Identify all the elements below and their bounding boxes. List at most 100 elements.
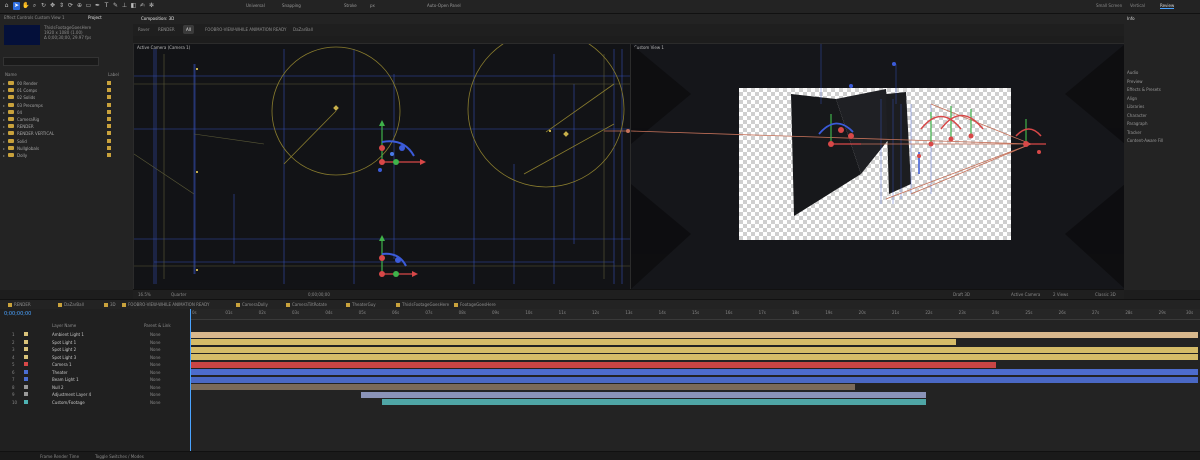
layer-row[interactable]: 10 Custom/Footage None (0, 399, 190, 406)
timeline-tab[interactable]: CameraDolly (236, 302, 268, 307)
disclosure-arrow-icon[interactable]: ▸ (3, 88, 5, 93)
layer-parent-dropdown[interactable]: None (150, 340, 160, 345)
disclosure-arrow-icon[interactable]: ▸ (3, 103, 5, 108)
viewer-timecode[interactable]: 0;00;00;00 (308, 292, 330, 297)
panel-item[interactable]: Paragraph (1127, 121, 1148, 126)
label-color-swatch[interactable] (107, 138, 111, 143)
label-color-swatch[interactable] (107, 124, 111, 129)
panel-item[interactable]: Preview (1127, 79, 1143, 84)
layer-duration-bar[interactable] (190, 354, 1198, 360)
layer-name[interactable]: Spot Light 3 (52, 355, 76, 360)
disclosure-arrow-icon[interactable]: ▸ (3, 124, 5, 129)
panel-item[interactable]: Audio (1127, 70, 1138, 75)
layer-label-swatch[interactable] (24, 392, 28, 396)
auto-open-label[interactable]: Auto-Open Panel (427, 3, 461, 8)
playhead[interactable] (190, 309, 191, 451)
tab-project[interactable]: Project (88, 15, 102, 20)
renderer-label[interactable]: Classic 3D (1095, 292, 1116, 297)
panel-item[interactable]: Align (1127, 96, 1137, 101)
resolution-dropdown[interactable]: Quarter (171, 292, 186, 297)
layer-label-swatch[interactable] (24, 362, 28, 366)
layer-row[interactable]: 8 Null 2 None (0, 384, 190, 391)
label-color-swatch[interactable] (107, 117, 111, 121)
disclosure-arrow-icon[interactable]: ▸ (3, 139, 5, 144)
layer-duration-bar[interactable] (190, 339, 957, 345)
active-camera-view[interactable]: Active Camera (Camera 1) (133, 43, 631, 290)
layer-name[interactable]: Custom/Footage (52, 400, 85, 405)
disclosure-arrow-icon[interactable]: ▸ (3, 95, 5, 100)
disclosure-arrow-icon[interactable]: ▸ (3, 131, 5, 136)
layer-row[interactable]: 6 Theater None (0, 369, 190, 376)
layer-label-swatch[interactable] (24, 369, 28, 374)
current-time-display[interactable]: 0;00;00;00 (4, 311, 31, 317)
timeline-tab[interactable]: 3D (104, 302, 116, 307)
puppet-tool-icon[interactable]: ✻ (148, 2, 155, 10)
layer-name[interactable]: Beam Light 1 (52, 377, 79, 382)
label-color-swatch[interactable] (107, 88, 111, 93)
label-color-swatch[interactable] (107, 81, 111, 85)
dolly-tool-icon[interactable]: ⇕ (58, 2, 65, 10)
breadcrumb-rover[interactable]: Rover (138, 27, 150, 32)
layer-name-header[interactable]: Layer Name (52, 323, 76, 328)
layer-duration-bar[interactable] (190, 346, 1198, 353)
pen-tool-icon[interactable]: ✒ (94, 2, 101, 10)
layer-duration-bar[interactable] (190, 376, 1198, 383)
rotation-tool-icon[interactable]: ⟳ (67, 2, 74, 10)
label-color-swatch[interactable] (107, 102, 111, 107)
timeline-tracks[interactable]: 0s 01s 02s 03s 04s 05s 06s 07s 08s 09s 10s 11s 12s 13… (190, 309, 1200, 451)
folder-item[interactable]: ▸ RENDER (3, 123, 131, 130)
layer-name[interactable]: Camera 1 (52, 362, 72, 367)
stroke-label[interactable]: Stroke (344, 3, 357, 8)
zoom-tool-icon[interactable]: ⌕ (31, 2, 38, 10)
timeline-tab[interactable]: FootageGoesHere (454, 302, 496, 307)
home-icon[interactable]: ⌂ (3, 2, 10, 10)
timeline-tab[interactable]: TheaterGuy (346, 302, 376, 307)
layer-row[interactable]: 7 Beam Light 1 None (0, 376, 190, 383)
layer-duration-bar[interactable] (190, 331, 1198, 338)
folder-item[interactable]: ▸ Dolly (3, 152, 131, 159)
stamp-tool-icon[interactable]: ⊥ (121, 2, 128, 10)
layer-name[interactable]: Spot Light 2 (52, 347, 76, 352)
layer-row[interactable]: 2 Spot Light 1 None (0, 339, 190, 346)
layer-label-swatch[interactable] (24, 384, 28, 389)
timeline-tab[interactable]: ThisIsFootageGoesHere (396, 302, 449, 307)
orbit-tool-icon[interactable]: ↻ (40, 2, 47, 10)
layer-row[interactable]: 3 Spot Light 2 None (0, 346, 190, 353)
layer-duration-bar[interactable] (190, 369, 1198, 375)
hand-tool-icon[interactable]: ✋ (22, 2, 29, 10)
layer-name[interactable]: Adjustment Layer 4 (52, 392, 91, 397)
layer-parent-dropdown[interactable]: None (150, 385, 160, 390)
disclosure-arrow-icon[interactable]: ▸ (3, 117, 5, 122)
layer-parent-dropdown[interactable]: None (150, 370, 160, 375)
workspace-review[interactable]: Review (1160, 3, 1175, 9)
layer-parent-dropdown[interactable]: None (150, 362, 160, 367)
layer-row[interactable]: 1 Ambient Light 1 None (0, 331, 190, 338)
toggle-switches-modes[interactable]: Toggle Switches / Modes (95, 454, 144, 459)
project-search-input[interactable] (3, 57, 99, 66)
layer-label-swatch[interactable] (24, 377, 28, 381)
label-color-swatch[interactable] (107, 153, 111, 157)
layer-name[interactable]: Ambient Light 1 (52, 332, 84, 337)
rect-tool-icon[interactable]: ▭ (85, 2, 92, 10)
selection-tool-icon[interactable]: ➤ (13, 2, 20, 10)
disclosure-arrow-icon[interactable]: ▸ (3, 81, 5, 86)
zoom-dropdown[interactable]: 16.5% (138, 292, 151, 297)
layer-parent-dropdown[interactable]: None (150, 355, 160, 360)
parent-link-header[interactable]: Parent & Link (144, 323, 171, 328)
layer-parent-dropdown[interactable]: None (150, 332, 160, 337)
view-dropdown[interactable]: Active Camera (1011, 292, 1040, 297)
folder-item[interactable]: ▸ Solid (3, 138, 131, 145)
layout-dropdown[interactable]: 2 Views (1053, 292, 1068, 297)
layer-label-swatch[interactable] (24, 339, 28, 344)
breadcrumb-dazarball[interactable]: DaZarBall (293, 27, 313, 32)
label-color-swatch[interactable] (107, 109, 111, 114)
panel-item[interactable]: Libraries (1127, 104, 1144, 109)
breadcrumb-all[interactable]: All (183, 25, 194, 34)
universal-label[interactable]: Universal (246, 3, 265, 8)
folder-item[interactable]: ▸ 02 Solids (3, 94, 131, 101)
layer-duration-bar[interactable] (190, 384, 856, 390)
column-name-header[interactable]: Name (5, 72, 17, 77)
layer-row[interactable]: 4 Spot Light 3 None (0, 354, 190, 361)
column-label-header[interactable]: Label (108, 72, 119, 77)
layer-label-swatch[interactable] (24, 399, 28, 404)
